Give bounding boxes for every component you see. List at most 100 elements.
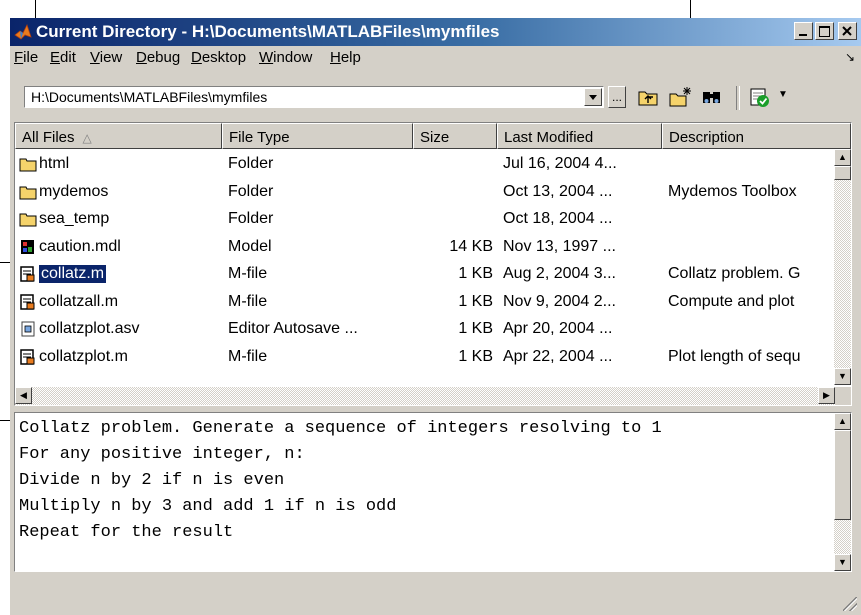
scroll-left-button[interactable]: ◀ [15,387,32,404]
new-folder-button[interactable] [668,86,692,108]
description-vertical-scrollbar[interactable]: ▲ ▼ [834,413,851,571]
file-list-vertical-scrollbar[interactable]: ▲ ▼ [834,149,851,385]
table-row[interactable]: html Folder Jul 16, 2004 4... [15,151,835,178]
status-bar [10,578,861,615]
scroll-down-button[interactable]: ▼ [834,554,851,571]
column-header-row: All Files △ File Type Size Last Modified … [15,123,851,149]
file-list-horizontal-scrollbar[interactable]: ◀ ▶ [15,387,851,405]
file-name: html [39,155,70,172]
current-directory-window: Current Directory - H:\Documents\MATLABF… [10,18,861,615]
menu-desktop[interactable]: Desktop [191,49,246,66]
menu-window[interactable]: Window [259,49,312,66]
folder-icon [19,156,37,172]
column-header-file-type[interactable]: File Type [222,123,413,149]
browse-button[interactable]: ... [608,86,626,108]
table-row[interactable]: collatzall.m M-file 1 KB Nov 9, 2004 2... Co… [15,289,835,316]
scroll-down-button[interactable]: ▼ [834,368,851,385]
up-folder-icon [638,91,658,106]
column-header-description[interactable]: Description [662,123,851,149]
close-button[interactable] [838,22,857,40]
file-type: M-file [228,265,268,282]
file-name: collatzplot.m [39,347,128,365]
file-modified: Aug 2, 2004 3... [503,265,616,282]
file-type: Folder [228,182,274,200]
title-bar[interactable]: Current Directory - H:\Documents\MATLABF… [10,18,861,46]
file-type: Editor Autosave ... [228,320,358,337]
dock-arrow-icon[interactable]: ↘ [845,50,855,64]
file-size: 1 KB [458,292,493,310]
sort-ascending-icon: △ [82,131,92,145]
file-modified: Oct 18, 2004 ... [503,210,613,227]
file-name: mydemos [39,182,109,200]
table-row[interactable]: mydemos Folder Oct 13, 2004 ... Mydemos Too… [15,179,835,206]
m-file-icon [19,293,37,310]
file-modified: Oct 13, 2004 ... [503,182,613,200]
folder-icon [19,184,37,200]
column-header-size[interactable]: Size [413,123,497,149]
minimize-button[interactable] [794,22,813,40]
toolbar-separator [736,86,740,110]
scroll-thumb[interactable] [834,430,851,520]
table-row[interactable]: collatz.m M-file 1 KB Aug 2, 2004 3... Colla… [15,261,835,288]
find-files-button[interactable] [700,86,724,108]
column-header-all-files[interactable]: All Files △ [15,123,222,149]
file-list-panel: All Files △ File Type Size Last Modified … [14,122,852,406]
description-line: Divide n by 2 if n is even [19,471,285,490]
file-name: collatzplot.asv [39,320,140,337]
m-file-icon [19,348,37,365]
file-description: Mydemos Toolbox [668,182,797,200]
file-type: M-file [228,292,268,310]
scroll-up-button[interactable]: ▲ [834,413,851,430]
file-size: 1 KB [458,265,493,282]
table-row[interactable]: caution.mdl Model 14 KB Nov 13, 1997 ... [15,234,835,261]
window-title: Current Directory - H:\Documents\MATLABF… [36,22,500,41]
file-name: collatzall.m [39,292,119,310]
maximize-button[interactable] [815,22,834,40]
chevron-down-icon [589,95,597,100]
file-name: collatz.m [37,264,108,284]
file-modified: Jul 16, 2004 4... [503,155,617,172]
scroll-corner [835,387,851,405]
menu-file[interactable]: File [14,49,38,66]
file-modified: Nov 9, 2004 2... [503,292,616,310]
file-size: 14 KB [449,237,493,255]
browse-label: ... [611,90,622,104]
description-line: For any positive integer, n: [19,445,305,464]
current-directory-path-field[interactable]: H:\Documents\MATLABFiles\mymfiles [24,86,604,108]
table-row[interactable]: sea_temp Folder Oct 18, 2004 ... [15,206,835,233]
find-files-icon [703,92,720,103]
scroll-right-button[interactable]: ▶ [818,387,835,404]
menu-help[interactable]: Help [330,49,361,66]
m-file-icon [19,266,37,282]
file-description: Plot length of sequ [668,347,801,365]
report-icon [750,88,769,107]
path-dropdown-button[interactable] [584,88,602,106]
maximize-icon [819,26,830,37]
resize-grip-icon[interactable] [843,597,857,611]
menu-debug[interactable]: Debug [136,49,180,66]
table-row[interactable]: collatzplot.m M-file 1 KB Apr 22, 2004 ... P… [15,344,835,371]
file-modified: Nov 13, 1997 ... [503,237,616,255]
file-name: sea_temp [39,210,110,227]
scroll-up-button[interactable]: ▲ [834,149,851,166]
file-modified: Apr 20, 2004 ... [503,320,613,337]
up-folder-button[interactable] [636,86,660,108]
table-row[interactable]: collatzplot.asv Editor Autosave ... 1 KB Ap… [15,316,835,343]
matlab-logo-icon [14,23,32,40]
simulink-model-icon [19,239,37,255]
chevron-down-icon: ▼ [778,89,788,100]
file-size: 1 KB [458,347,493,365]
reports-button[interactable]: ▼ [748,86,788,108]
file-type: Folder [228,155,274,172]
toolbar: H:\Documents\MATLABFiles\mymfiles ... ▼ [10,70,861,116]
menu-bar: File Edit View Debug Desktop Window Help… [10,46,861,70]
description-line: Multiply n by 3 and add 1 if n is odd [19,497,397,516]
current-directory-path: H:\Documents\MATLABFiles\mymfiles [31,89,268,105]
file-size: 1 KB [458,320,493,337]
column-header-last-modified[interactable]: Last Modified [497,123,662,149]
description-line: Repeat for the result [19,523,234,542]
scroll-thumb[interactable] [834,166,851,180]
menu-edit[interactable]: Edit [50,49,76,66]
menu-view[interactable]: View [90,49,122,66]
autosave-file-icon [19,321,37,337]
